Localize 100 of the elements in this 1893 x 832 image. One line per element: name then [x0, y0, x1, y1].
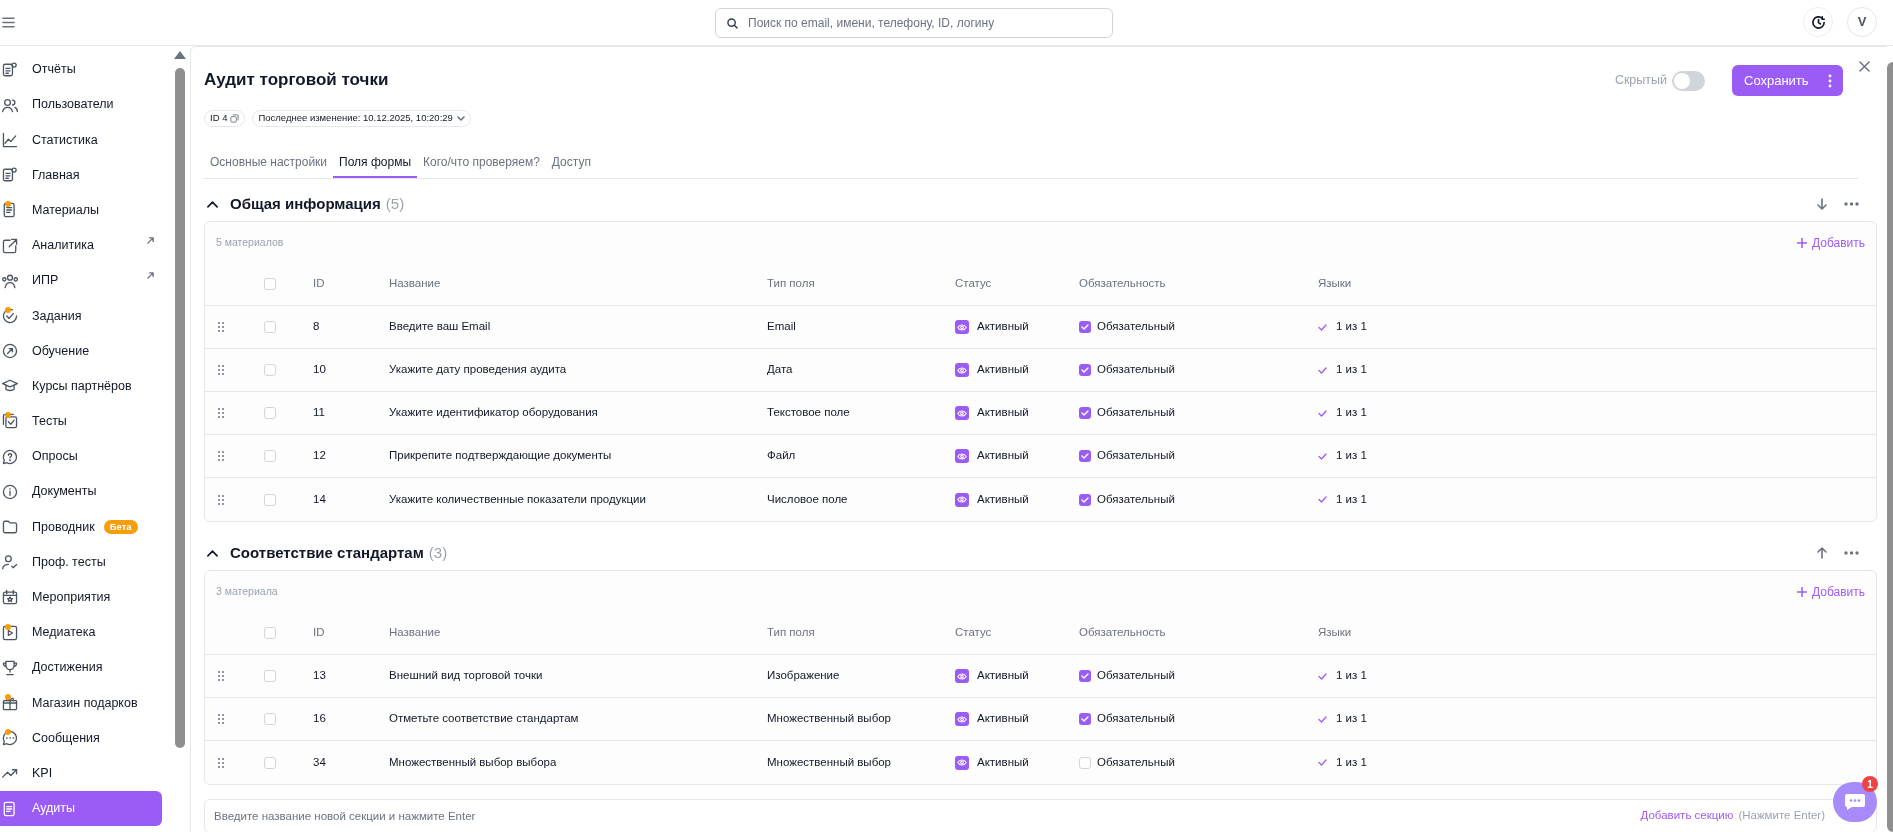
drag-handle-icon[interactable] — [218, 365, 224, 375]
row-checkbox[interactable] — [264, 450, 276, 462]
drag-handle-icon[interactable] — [218, 714, 224, 724]
drag-handle-icon[interactable] — [218, 757, 224, 768]
save-button[interactable]: Сохранить — [1732, 65, 1843, 96]
drag-handle-icon[interactable] — [218, 494, 224, 505]
clock-icon — [1810, 14, 1826, 30]
required-checkbox[interactable] — [1079, 364, 1091, 376]
menu-icon[interactable] — [2, 17, 15, 28]
more-icon[interactable] — [1844, 551, 1859, 555]
languages-text: 1 из 1 — [1336, 319, 1367, 335]
sidebar-item[interactable]: Главная — [0, 157, 162, 193]
row-checkbox[interactable] — [264, 321, 276, 333]
sidebar-item[interactable]: Аудиты — [0, 790, 162, 827]
drag-handle-icon[interactable] — [218, 408, 224, 418]
arrow-down-icon[interactable] — [1817, 198, 1827, 210]
sidebar-item[interactable]: KPI — [0, 755, 162, 791]
table-cell: Укажите идентификатор оборудования — [389, 406, 598, 419]
status-text: Активный — [977, 491, 1029, 507]
chat-bubble-icon — [1, 729, 19, 748]
sidebar-item[interactable]: Отчёты — [0, 52, 162, 88]
select-all-checkbox[interactable] — [264, 627, 276, 639]
tab[interactable]: Поля формы — [333, 147, 418, 178]
row-checkbox[interactable] — [264, 493, 276, 506]
status-text: Активный — [977, 362, 1029, 378]
sidebar-item[interactable]: Аналитика — [0, 227, 162, 264]
required-checkbox[interactable] — [1079, 450, 1091, 462]
sidebar-item[interactable]: ИПР — [0, 263, 162, 299]
sidebar-item[interactable]: Проф. тесты — [0, 544, 162, 580]
chevron-up-icon[interactable] — [207, 200, 218, 208]
required-checkbox[interactable] — [1079, 407, 1091, 419]
sidebar-item[interactable]: Курсы партнёров — [0, 368, 162, 404]
row-checkbox[interactable] — [264, 407, 276, 419]
sidebar-label: Достижения — [32, 659, 103, 677]
more-icon[interactable] — [1844, 202, 1859, 206]
sidebar-label: Сообщения — [32, 729, 100, 747]
sidebar-label: Проводник — [32, 518, 95, 536]
status-text: Активный — [977, 754, 1029, 770]
languages-text: 1 из 1 — [1336, 448, 1367, 464]
checklist-icon — [1, 412, 19, 431]
search-field[interactable]: Поиск по email, имени, телефону, ID, логину — [715, 8, 1113, 38]
row-checkbox[interactable] — [264, 364, 276, 376]
sidebar-item[interactable]: Сообщения — [0, 720, 162, 756]
sidebar-label: Мероприятия — [32, 589, 111, 607]
required-label: Обязательный — [1097, 491, 1175, 507]
sidebar-item[interactable]: Задания — [0, 298, 162, 334]
table-cell: 14 — [313, 492, 326, 505]
sidebar-item[interactable]: Мероприятия — [0, 579, 162, 615]
row-checkbox[interactable] — [264, 670, 276, 682]
arrow-up-icon[interactable] — [1817, 547, 1827, 559]
eye-icon — [955, 320, 969, 334]
tab[interactable]: Основные настройки — [204, 147, 334, 178]
scrollbar[interactable] — [1887, 62, 1893, 832]
sidebar-item[interactable]: Медиатека — [0, 615, 162, 651]
chevron-down-icon — [456, 115, 465, 121]
copy-icon[interactable] — [230, 113, 240, 123]
add-button[interactable]: Добавить — [1796, 233, 1865, 252]
drag-handle-icon[interactable] — [218, 451, 224, 461]
table-cell: Файл — [767, 449, 796, 462]
chat-button[interactable] — [1833, 782, 1877, 822]
drag-handle-icon[interactable] — [218, 671, 224, 681]
check-icon — [1318, 496, 1327, 503]
eye-icon — [955, 492, 969, 507]
sidebar-item[interactable]: Опросы — [0, 439, 162, 475]
table-cell: Отметьте соответствие стандартам — [389, 712, 579, 725]
hidden-toggle[interactable] — [1672, 70, 1705, 91]
external-link-icon — [1, 236, 19, 255]
row-checkbox[interactable] — [264, 713, 276, 725]
sidebar-item[interactable]: Тесты — [0, 403, 162, 440]
required-checkbox[interactable] — [1079, 493, 1091, 506]
sidebar-item[interactable]: Материалы — [0, 192, 162, 228]
languages-text: 1 из 1 — [1336, 405, 1367, 421]
tab[interactable]: Доступ — [545, 147, 597, 178]
required-label: Обязательный — [1097, 668, 1175, 684]
sidebar-item[interactable]: Статистика — [0, 122, 162, 158]
table-cell: 8 — [313, 320, 320, 333]
scrollbar[interactable] — [175, 68, 185, 748]
add-button[interactable]: Добавить — [1796, 582, 1865, 601]
required-checkbox[interactable] — [1079, 756, 1091, 769]
required-label: Обязательный — [1097, 362, 1175, 378]
tab[interactable]: Кого/что проверяем? — [417, 147, 546, 178]
sidebar-item[interactable]: Магазин подарков — [0, 685, 162, 721]
sidebar-item[interactable]: Документы — [0, 474, 162, 510]
drag-handle-icon[interactable] — [218, 322, 224, 332]
more-icon[interactable] — [1828, 73, 1832, 88]
required-checkbox[interactable] — [1079, 321, 1091, 333]
required-checkbox[interactable] — [1079, 713, 1091, 725]
chevron-up-icon[interactable] — [207, 549, 218, 557]
sidebar-item[interactable]: Достижения — [0, 650, 162, 686]
sidebar-item[interactable]: Пользователи — [0, 87, 162, 123]
scroll-up-icon[interactable] — [174, 51, 186, 59]
select-all-checkbox[interactable] — [264, 278, 276, 290]
sidebar-item[interactable]: Проводник Бета — [0, 509, 162, 545]
sidebar-item[interactable]: Обучение — [0, 333, 162, 369]
required-checkbox[interactable] — [1079, 670, 1091, 682]
table-cell: Множественный выбор выбора — [389, 755, 557, 768]
add-section-link[interactable]: Добавить секцию — [1640, 807, 1734, 825]
status-text: Активный — [977, 711, 1029, 727]
close-icon[interactable] — [1859, 61, 1870, 72]
row-checkbox[interactable] — [264, 756, 276, 769]
